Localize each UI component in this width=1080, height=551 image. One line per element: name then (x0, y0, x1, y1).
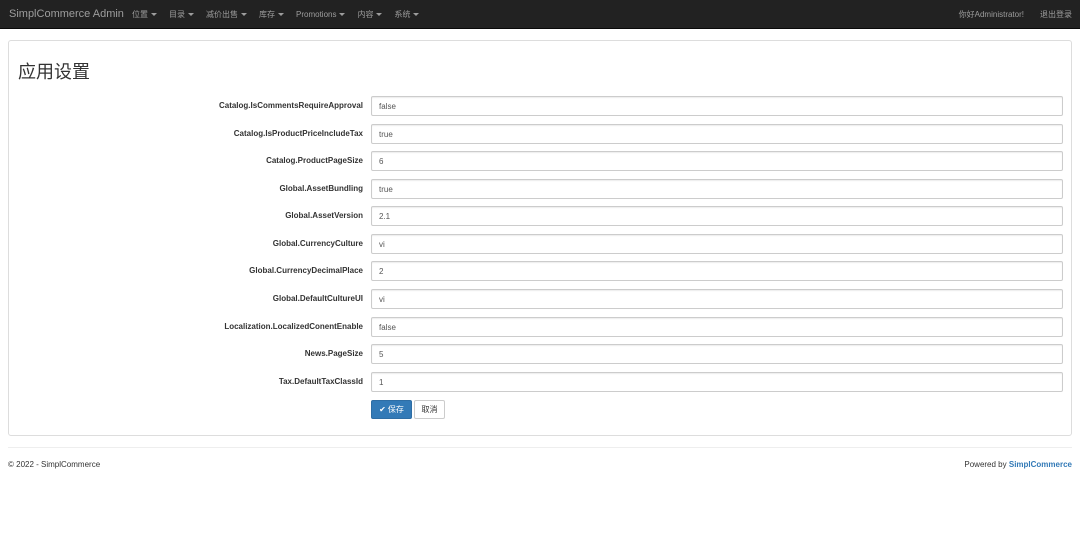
copyright-text: © 2022 - SimplCommerce (8, 460, 101, 469)
caret-down-icon (278, 13, 284, 17)
caret-down-icon (413, 13, 420, 17)
setting-row: Tax.DefaultTaxClassId (9, 372, 1073, 392)
menu-item-label: 库存 (259, 10, 275, 19)
save-label: 保存 (387, 405, 404, 414)
simplcommerce-link[interactable]: SimplCommerce (1009, 460, 1072, 469)
setting-input[interactable] (371, 317, 1063, 337)
menu-item-location[interactable]: 位置 (126, 0, 163, 29)
setting-input[interactable] (371, 261, 1063, 281)
page-title: 应用设置 (18, 62, 90, 82)
brand-link[interactable]: SimplCommerce Admin (9, 0, 124, 29)
setting-input[interactable] (371, 206, 1063, 226)
setting-label: Global.CurrencyCulture (272, 239, 363, 248)
setting-input[interactable] (371, 179, 1063, 199)
settings-panel: 应用设置 Catalog.IsCommentsRequireApproval C… (8, 40, 1072, 436)
menu-item-content[interactable]: 内容 (351, 0, 388, 29)
user-menu: 你好Administrator! 退出登录 (943, 0, 1072, 29)
setting-label: Catalog.IsProductPriceIncludeTax (233, 129, 363, 138)
menu-item-label: 减价出售 (206, 10, 238, 19)
caret-down-icon (241, 13, 247, 17)
cancel-button[interactable]: 取消 (414, 400, 445, 419)
menu-item-sales[interactable]: 减价出售 (200, 0, 253, 29)
check-icon: ✔ (379, 405, 386, 414)
setting-label: Global.CurrencyDecimalPlace (249, 266, 363, 275)
menu-item-promotions[interactable]: Promotions (290, 0, 351, 29)
setting-label: News.PageSize (304, 349, 363, 358)
setting-input[interactable] (371, 289, 1063, 309)
caret-down-icon (151, 13, 157, 17)
setting-row: News.PageSize (9, 344, 1073, 364)
setting-label: Catalog.IsCommentsRequireApproval (218, 101, 363, 110)
setting-label: Catalog.ProductPageSize (266, 156, 363, 165)
setting-row: Global.AssetBundling (9, 179, 1073, 199)
setting-row: Global.DefaultCultureUI (9, 289, 1073, 309)
setting-label: Global.DefaultCultureUI (272, 294, 363, 303)
setting-input[interactable] (371, 96, 1063, 116)
menu-item-inventory[interactable]: 库存 (253, 0, 290, 29)
menu-item-label: 内容 (357, 10, 374, 19)
menu-item-catalog[interactable]: 目录 (163, 0, 200, 29)
setting-label: Tax.DefaultTaxClassId (278, 377, 363, 386)
powered-by-text: Powered by (964, 460, 1007, 469)
main-menu: 位置 目录 减价出售 库存 Promotions 内容 系统 (126, 0, 425, 29)
caret-down-icon (339, 13, 346, 17)
caret-down-icon (188, 13, 194, 17)
menu-item-label: 位置 (132, 10, 148, 19)
setting-input[interactable] (371, 151, 1063, 171)
footer-divider (8, 447, 1072, 448)
greeting-link[interactable]: 你好Administrator! (943, 0, 1024, 29)
setting-row: Global.AssetVersion (9, 206, 1073, 226)
powered-by: Powered by SimplCommerce (964, 460, 1072, 469)
caret-down-icon (376, 13, 383, 17)
setting-label: Global.AssetVersion (285, 211, 363, 220)
setting-label: Global.AssetBundling (279, 184, 363, 193)
menu-item-label: 系统 (394, 10, 411, 19)
setting-label: Localization.LocalizedConentEnable (224, 322, 363, 331)
logout-link[interactable]: 退出登录 (1024, 0, 1072, 29)
setting-row: Catalog.IsCommentsRequireApproval (9, 96, 1073, 116)
menu-item-system[interactable]: 系统 (388, 0, 425, 29)
setting-input[interactable] (371, 234, 1063, 254)
setting-row: Global.CurrencyCulture (9, 234, 1073, 254)
menu-item-label: Promotions (296, 10, 337, 19)
setting-input[interactable] (371, 372, 1063, 392)
menu-item-label: 目录 (169, 10, 185, 19)
top-navbar: SimplCommerce Admin 位置 目录 减价出售 库存 Promot… (0, 0, 1080, 29)
setting-input[interactable] (371, 344, 1063, 364)
setting-input[interactable] (371, 124, 1063, 144)
setting-row: Global.CurrencyDecimalPlace (9, 261, 1073, 281)
setting-row: Catalog.IsProductPriceIncludeTax (9, 124, 1073, 144)
save-button[interactable]: ✔ 保存 (371, 400, 412, 419)
setting-row: Localization.LocalizedConentEnable (9, 317, 1073, 337)
setting-row: Catalog.ProductPageSize (9, 151, 1073, 171)
